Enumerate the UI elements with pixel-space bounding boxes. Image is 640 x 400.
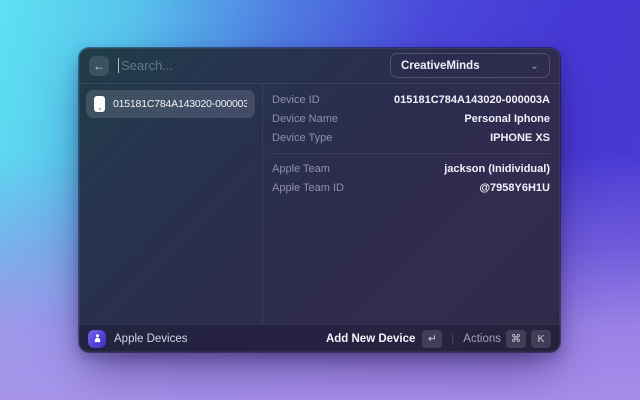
detail-row: Apple Team jackson (Inidividual) (272, 159, 550, 178)
detail-value: Personal Iphone (464, 112, 550, 125)
detail-row: Device Name Personal Iphone (272, 109, 550, 128)
return-key-badge: ↵ (422, 329, 443, 348)
back-arrow-icon: ← (93, 58, 105, 73)
back-button[interactable]: ← (89, 55, 109, 76)
footer-bar: Apple Devices Add New Device ↵ | Actions… (79, 324, 560, 352)
cmd-key-badge: ⌘ (506, 329, 526, 348)
detail-value: 015181C784A143020-000003A (394, 93, 550, 106)
app-window: ← CreativeMinds ⌄ 015181C784A143020-0000… (79, 48, 560, 352)
detail-row: Device Type IPHONE XS (272, 128, 550, 147)
device-list-item-label: 015181C784A143020-000003A (113, 98, 247, 110)
main-content: 015181C784A143020-000003A Device ID 0151… (79, 84, 560, 324)
detail-value: @7958Y6H1U (479, 181, 550, 194)
details-divider (272, 153, 550, 154)
apple-devices-app-icon (88, 329, 106, 348)
detail-row: Device ID 015181C784A143020-000003A (272, 90, 550, 109)
top-bar: ← CreativeMinds ⌄ (79, 48, 560, 84)
detail-label: Device ID (272, 93, 320, 106)
details-panel: Device ID 015181C784A143020-000003A Devi… (263, 84, 560, 324)
detail-value: IPHONE XS (490, 131, 550, 144)
detail-label: Device Type (272, 131, 333, 144)
person-icon (94, 334, 100, 343)
app-name: Apple Devices (114, 332, 188, 345)
device-list: 015181C784A143020-000003A (79, 84, 263, 324)
phone-icon (94, 96, 105, 112)
k-key-badge: K (531, 329, 551, 348)
detail-label: Apple Team ID (272, 181, 344, 194)
actions-label: Actions (463, 332, 501, 345)
actions-button[interactable]: Actions ⌘ K (463, 329, 551, 348)
search-input[interactable] (121, 58, 381, 73)
chevron-down-icon: ⌄ (529, 60, 539, 72)
detail-label: Device Name (272, 112, 339, 125)
footer-separator: | (451, 332, 455, 345)
text-caret (118, 58, 119, 73)
add-new-device-label: Add New Device (325, 332, 416, 345)
detail-value: jackson (Inidividual) (444, 162, 550, 175)
search-field-wrap (118, 58, 381, 73)
device-list-item[interactable]: 015181C784A143020-000003A (86, 90, 255, 118)
detail-row: Apple Team ID @7958Y6H1U (272, 178, 550, 197)
team-dropdown-value: CreativeMinds (401, 59, 480, 72)
team-dropdown[interactable]: CreativeMinds ⌄ (390, 53, 550, 78)
add-new-device-button[interactable]: Add New Device ↵ (325, 329, 443, 348)
detail-label: Apple Team (272, 162, 330, 175)
